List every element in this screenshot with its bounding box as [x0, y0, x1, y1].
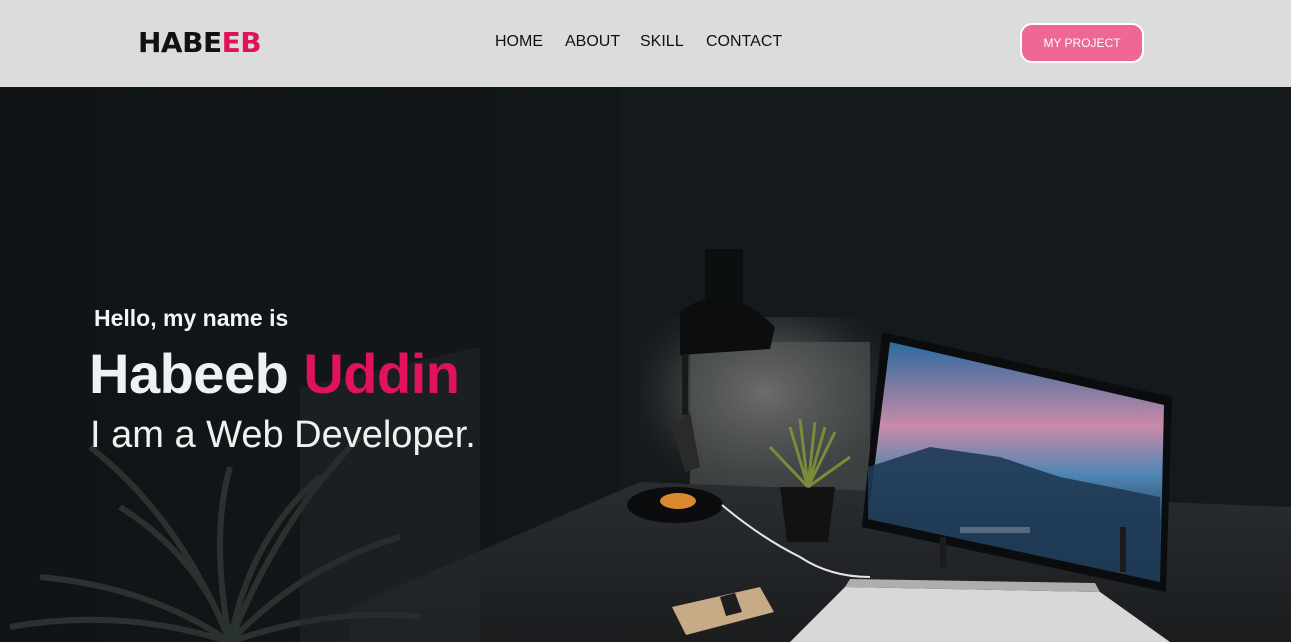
logo[interactable]: HABEEB [138, 26, 262, 59]
logo-main: HABE [138, 26, 222, 59]
nav-contact[interactable]: CONTACT [706, 33, 782, 51]
site-header: HABEEB HOME ABOUT SKILL CONTACT MY PROJE… [0, 0, 1291, 87]
hero-section: Hello, my name is Habeeb Uddin I am a We… [0, 87, 1291, 642]
hero-name: Habeeb Uddin [89, 341, 460, 406]
last-name: Uddin [303, 342, 460, 405]
my-project-button[interactable]: MY PROJECT [1020, 23, 1144, 63]
nav-about[interactable]: ABOUT [565, 33, 620, 51]
logo-accent: EB [221, 26, 262, 59]
nav-home[interactable]: HOME [495, 33, 543, 51]
role: I am a Web Developer. [90, 414, 476, 456]
first-name: Habeeb [89, 342, 289, 405]
greeting: Hello, my name is [94, 305, 289, 331]
nav-skill[interactable]: SKILL [640, 33, 684, 51]
